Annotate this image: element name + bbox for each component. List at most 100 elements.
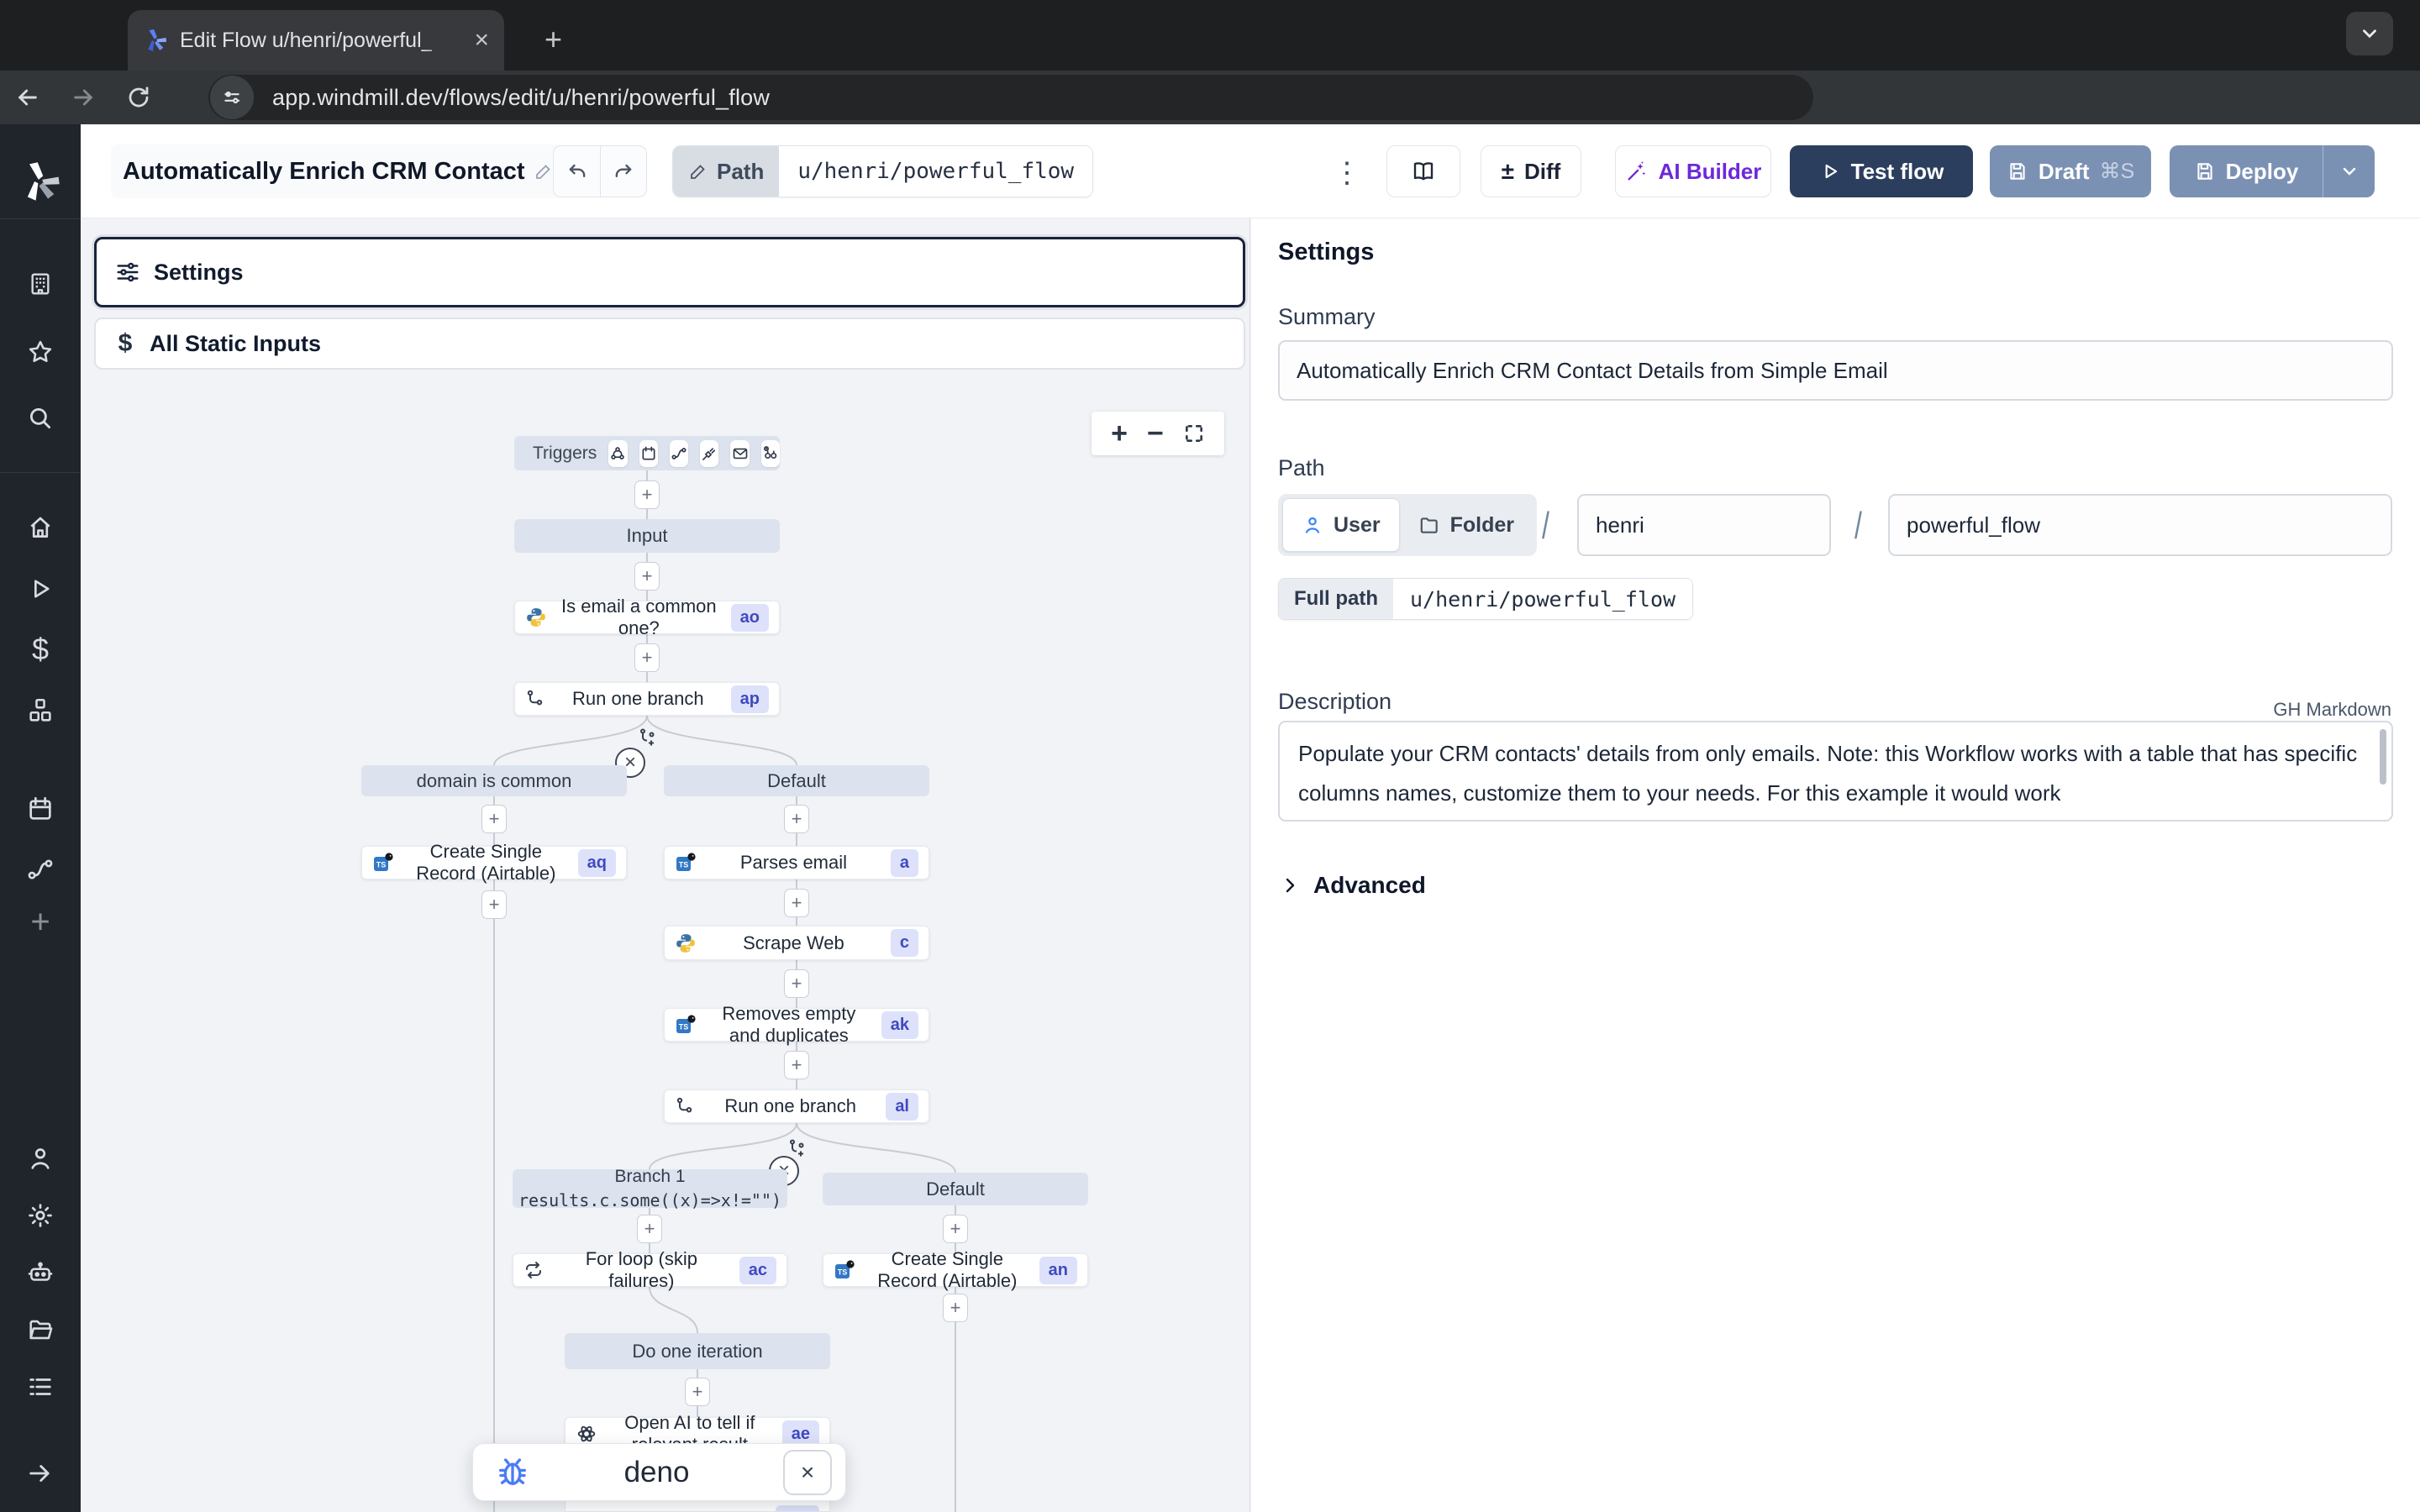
node-label: Removes empty and duplicates (705, 1003, 873, 1047)
summary-input[interactable]: Automatically Enrich CRM Contact Details… (1278, 340, 2393, 401)
node-is-email-common[interactable]: Is email a common one? ao (514, 601, 780, 634)
sidebar-workspace-icon[interactable] (27, 270, 54, 297)
header-more-icon[interactable]: ⋮ (1333, 156, 1361, 190)
windmill-logo[interactable] (18, 160, 62, 203)
sidebar-favorites-icon[interactable] (26, 338, 55, 366)
flow-title-editable[interactable]: Automatically Enrich CRM Contact (111, 144, 566, 198)
route-trigger-icon[interactable] (670, 440, 688, 467)
add-step-button[interactable]: + (685, 1378, 710, 1406)
path-slash: / (1542, 505, 1549, 549)
add-step-button[interactable]: + (637, 1215, 662, 1243)
add-step-button[interactable]: + (481, 805, 507, 833)
poll-trigger-icon[interactable] (761, 440, 780, 467)
add-step-button[interactable]: + (784, 889, 809, 917)
sidebar-variables-icon[interactable]: $ (32, 632, 49, 667)
zoom-out-button[interactable]: − (1147, 417, 1164, 450)
diff-button[interactable]: ± Diff (1481, 145, 1581, 197)
path-user-input[interactable]: henri (1577, 494, 1831, 556)
browser-tab[interactable]: Edit Flow u/henri/powerful_flo × (128, 10, 504, 71)
openai-icon (576, 1423, 597, 1445)
description-textarea[interactable]: Populate your CRM contacts' details from… (1278, 721, 2393, 822)
test-flow-button[interactable]: Test flow (1790, 145, 1973, 197)
email-trigger-icon[interactable] (730, 440, 749, 467)
path-value[interactable]: u/henri/powerful_flow (779, 146, 1092, 197)
sidebar-settings-icon[interactable] (26, 1201, 55, 1230)
deploy-button[interactable]: Deploy (2170, 145, 2375, 197)
branch-domain-is-common[interactable]: domain is common (361, 765, 627, 796)
deno-popup-close-button[interactable]: × (783, 1450, 832, 1495)
node-for-loop[interactable]: For loop (skip failures) ac (513, 1253, 787, 1287)
add-step-button[interactable]: + (784, 969, 809, 998)
schedule-trigger-icon[interactable] (639, 440, 658, 467)
zoom-in-button[interactable]: + (1111, 417, 1128, 450)
forward-icon[interactable] (55, 84, 111, 111)
tab-title-fade (424, 30, 457, 59)
add-step-button[interactable]: + (634, 562, 660, 591)
description-scrollbar[interactable] (2380, 729, 2386, 785)
branch-add-icon[interactable] (637, 727, 657, 748)
node-label: Scrape Web (705, 932, 882, 954)
add-step-button[interactable]: + (943, 1215, 968, 1243)
node-removes-empty-duplicates[interactable]: TS Removes empty and duplicates ak (664, 1008, 929, 1042)
reload-icon[interactable] (111, 85, 166, 110)
sidebar-user-icon[interactable] (26, 1144, 55, 1173)
sidebar-logs-icon[interactable] (26, 1373, 55, 1401)
all-static-inputs-tab[interactable]: $ All Static Inputs (94, 318, 1245, 370)
input-node-label: Input (627, 525, 668, 547)
sidebar-folders-icon[interactable] (26, 1315, 55, 1344)
deploy-dropdown-chevron[interactable] (2323, 145, 2375, 197)
add-step-button[interactable]: + (634, 480, 660, 509)
settings-panel-tab[interactable]: Settings (94, 237, 1245, 307)
fullscreen-button[interactable] (1183, 423, 1205, 444)
branch-default-1[interactable]: Default (664, 765, 929, 796)
deno-popup[interactable]: deno × (472, 1443, 846, 1501)
header-path-widget[interactable]: Path u/henri/powerful_flow (672, 145, 1093, 197)
connector-trigger-icon[interactable] (700, 440, 718, 467)
sidebar-expand-icon[interactable] (26, 1459, 55, 1488)
node-create-single-record-2[interactable]: TS Create Single Record (Airtable) an (823, 1253, 1088, 1287)
sidebar-workers-icon[interactable] (26, 1258, 55, 1287)
branch-1-header[interactable]: Branch 1 results.c.some((x)=>x!="") (513, 1169, 787, 1208)
add-step-button[interactable]: + (784, 1051, 809, 1079)
add-step-button[interactable]: + (634, 643, 660, 672)
redo-button[interactable] (600, 146, 646, 197)
input-node[interactable]: Input (514, 519, 780, 553)
branch-icon (525, 689, 545, 709)
branch-label: Default (926, 1179, 985, 1200)
docs-button[interactable] (1386, 145, 1460, 197)
sidebar-resources-icon[interactable] (26, 696, 55, 725)
node-create-single-record-1[interactable]: TS Create Single Record (Airtable) aq (361, 846, 627, 879)
do-one-iteration-header[interactable]: Do one iteration (565, 1333, 830, 1369)
path-name-input[interactable]: powerful_flow (1888, 494, 2392, 556)
tab-close-icon[interactable]: × (474, 28, 489, 53)
sidebar-add-icon[interactable]: + (30, 904, 50, 942)
node-scrape-web[interactable]: Scrape Web c (664, 926, 929, 960)
node-run-one-branch-1[interactable]: Run one branch ap (514, 682, 780, 716)
new-tab-button[interactable]: + (544, 22, 562, 57)
back-icon[interactable] (0, 84, 55, 111)
site-settings-icon[interactable] (210, 76, 254, 119)
add-step-button[interactable]: + (943, 1294, 968, 1322)
folder-toggle[interactable]: Folder (1400, 498, 1533, 552)
url-text[interactable]: app.windmill.dev/flows/edit/u/henri/powe… (272, 85, 770, 111)
sidebar-runs-icon[interactable] (26, 575, 55, 603)
add-step-button[interactable]: + (481, 890, 507, 919)
undo-button[interactable] (554, 146, 600, 197)
tab-search-chevron-icon[interactable] (2346, 12, 2393, 55)
add-step-button[interactable]: + (784, 805, 809, 833)
branch-add-icon[interactable] (786, 1138, 807, 1158)
user-toggle[interactable]: User (1282, 498, 1400, 552)
draft-button[interactable]: Draft ⌘S (1990, 145, 2151, 197)
url-bar[interactable]: app.windmill.dev/flows/edit/u/henri/powe… (208, 75, 1813, 120)
node-run-one-branch-2[interactable]: Run one branch al (664, 1089, 929, 1123)
sidebar-search-icon[interactable] (26, 404, 55, 433)
branch-default-2[interactable]: Default (823, 1173, 1088, 1205)
triggers-bar[interactable]: Triggers (514, 436, 780, 470)
sidebar-schedules-icon[interactable] (26, 795, 55, 823)
webhook-trigger-icon[interactable] (608, 440, 627, 467)
sidebar-home-icon[interactable] (26, 513, 55, 542)
advanced-section-toggle[interactable]: Advanced (1280, 872, 1426, 899)
node-parses-email[interactable]: TS Parses email a (664, 846, 929, 879)
sidebar-flows-icon[interactable] (26, 855, 55, 884)
ai-builder-button[interactable]: AI Builder (1615, 145, 1771, 197)
